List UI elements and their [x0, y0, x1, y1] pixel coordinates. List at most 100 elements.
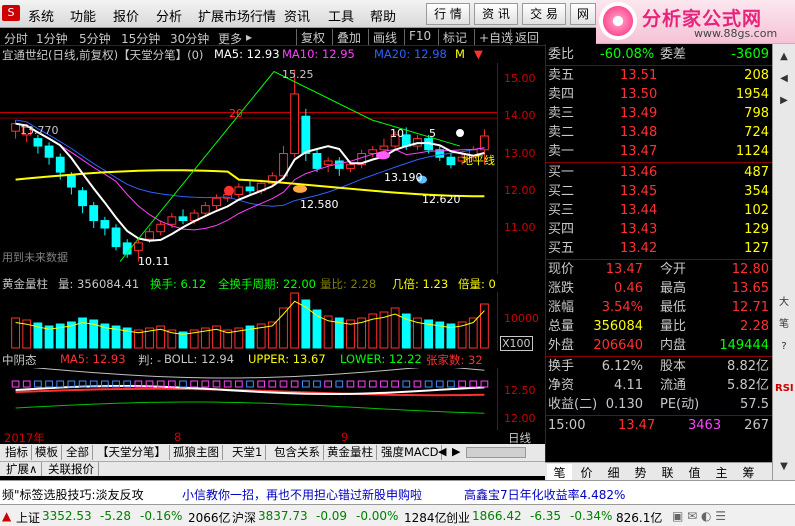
cy-label[interactable]: 创业 — [446, 509, 470, 526]
sell-level-label: 卖二 — [548, 125, 575, 140]
buy-level-label: 买三 — [548, 203, 575, 218]
stat-row: 总量 356084 量比 2.28 — [546, 318, 773, 336]
kline-chart[interactable] — [0, 63, 497, 274]
down-arrow-icon[interactable]: ▼ — [775, 458, 793, 476]
boll-box — [346, 380, 355, 388]
sz-pct: -0.00% — [356, 509, 399, 523]
tab-indicator[interactable]: 指标 — [2, 445, 32, 460]
tab-all[interactable]: 全部 — [63, 445, 93, 460]
menu-analysis[interactable]: 分析 — [156, 6, 182, 25]
stat-label-2: 最高 — [660, 281, 687, 296]
period-15min[interactable]: 15分钟 — [121, 30, 160, 47]
tab-jia[interactable]: 价 — [574, 464, 599, 481]
boll-lower-line — [15, 401, 485, 414]
period-more[interactable]: 更多 — [218, 30, 242, 47]
news-button[interactable]: 资 讯 — [474, 3, 518, 25]
tab-baohan[interactable]: 包含关系 — [271, 445, 324, 460]
status-icons[interactable]: ▣ ✉ ◐ ☰ — [672, 509, 726, 523]
main-kline-panel[interactable]: 15.00 14.00 13.00 12.00 11.00 15.25 10.1… — [0, 63, 545, 274]
f10-button[interactable]: F10 — [404, 29, 431, 45]
buy-price: 13.43 — [620, 222, 658, 237]
tick-icon[interactable]: 笔 — [775, 316, 793, 334]
web-button[interactable]: 网 — [570, 3, 596, 25]
candle-body — [178, 216, 188, 222]
menu-help[interactable]: 帮助 — [370, 6, 396, 25]
tab-zhi[interactable]: 值 — [682, 464, 707, 481]
quote-panel: 委比 -60.08% 委差 -3609 卖五 13.51 208 卖四 13.50 1954 卖三 1… — [545, 44, 773, 462]
rsi-icon[interactable]: RSI — [775, 380, 794, 398]
tab-lian[interactable]: 联 — [655, 464, 680, 481]
stat-value-2: 12.71 — [731, 300, 769, 315]
ticker-item-2[interactable]: 小信教你一招，再也不用担心错过新股申购啦 — [182, 486, 422, 503]
app-logo[interactable]: S — [2, 5, 20, 21]
boll-box — [313, 380, 321, 388]
stat2-label: 换手 — [548, 359, 575, 374]
tick-count: 267 — [744, 418, 769, 433]
ticker-item-3[interactable]: 高鑫宝7日年化收益率4.482% — [464, 486, 625, 503]
tab-related-quote[interactable]: 关联报价 — [44, 462, 99, 476]
stat-label-2: 今开 — [660, 262, 687, 277]
cy-pct: -0.34% — [570, 509, 613, 523]
boll-box — [391, 380, 399, 388]
flag-label: M — [455, 47, 465, 61]
draw-line-button[interactable]: 画线 — [368, 29, 397, 45]
boll-box — [268, 380, 277, 388]
tab-scrollbar[interactable] — [466, 447, 526, 458]
tab-xi[interactable]: 细 — [601, 464, 626, 481]
tab-gulang[interactable]: 孤狼主图 — [170, 445, 223, 460]
all-turnover-value: 全换手周期: 22.00 — [218, 277, 316, 291]
big-order-icon[interactable]: 大 — [775, 294, 793, 312]
period-1min[interactable]: 1分钟 — [36, 30, 68, 47]
period-5min[interactable]: 5分钟 — [79, 30, 111, 47]
stat-label-2: 内盘 — [660, 338, 687, 353]
left-arrow-icon[interactable]: ◀ — [775, 70, 793, 88]
add-watchlist-button[interactable]: +自选 — [474, 29, 513, 45]
menu-extended-market[interactable]: 扩展市场行情 — [198, 6, 276, 25]
vol-ratio-value: 量比: 2.28 — [320, 277, 377, 291]
sz-value: 3837.73 — [258, 509, 308, 523]
menu-tools[interactable]: 工具 — [328, 6, 354, 25]
tab-huangjin[interactable]: 黄金量柱 — [324, 445, 377, 460]
sh-label[interactable]: 上证 — [16, 509, 40, 526]
tab-shi[interactable]: 势 — [628, 464, 653, 481]
scroll-right-icon[interactable]: ▶ — [452, 445, 460, 458]
menu-system[interactable]: 系统 — [28, 6, 54, 25]
volume-chart[interactable] — [0, 292, 497, 350]
tab-zhu[interactable]: 主 — [709, 464, 734, 481]
scroll-left-icon[interactable]: ◀ — [438, 445, 446, 458]
menu-function[interactable]: 功能 — [70, 6, 96, 25]
tab-template[interactable]: 模板 — [32, 445, 62, 460]
menu-news[interactable]: 资讯 — [284, 6, 310, 25]
period-30min[interactable]: 30分钟 — [170, 30, 209, 47]
stat-label: 外盘 — [548, 338, 575, 353]
tab-bi[interactable]: 笔 — [547, 464, 572, 481]
tab-tiantang-fenbi[interactable]: 【天堂分笔】 — [94, 445, 170, 460]
tab-extend[interactable]: 扩展∧ — [2, 462, 43, 476]
trade-button[interactable]: 交 易 — [522, 3, 566, 25]
help-icon[interactable]: ? — [775, 338, 793, 356]
sell-volume: 798 — [744, 106, 769, 121]
mark-button[interactable]: 标记 — [438, 29, 467, 45]
more-arrow-icon[interactable]: ▸ — [246, 30, 252, 44]
period-intraday[interactable]: 分时 — [4, 30, 28, 47]
tab-chou[interactable]: 筹 — [736, 464, 761, 481]
tab-tiantang1[interactable]: 天堂1 — [229, 445, 267, 460]
back-button[interactable]: 返回 — [510, 29, 539, 45]
divider — [546, 356, 773, 357]
ticker-item-1[interactable]: 频"标签选股技巧:淡友反攻 — [2, 486, 144, 503]
up-arrow-icon[interactable]: ▲ — [775, 48, 793, 66]
candle-body — [167, 216, 177, 225]
stat-value: 0.46 — [614, 281, 643, 296]
quote-button[interactable]: 行 情 — [426, 3, 470, 25]
menu-quote[interactable]: 报价 — [113, 6, 139, 25]
candle-body — [78, 190, 87, 207]
right-arrow-icon[interactable]: ▶ — [775, 92, 793, 110]
boll-panel[interactable]: 12.50 12.00 — [0, 368, 545, 430]
tab-qiangdu-macd[interactable]: 强度MACD — [378, 445, 443, 460]
overlay-button[interactable]: 叠加 — [332, 29, 361, 45]
volume-panel[interactable]: 10000 X100 — [0, 292, 545, 351]
adjust-button[interactable]: 复权 — [296, 29, 325, 45]
sz-label[interactable]: 沪深 — [232, 509, 256, 526]
boll-chart[interactable] — [0, 368, 497, 430]
level-label: 地平线 — [462, 154, 495, 167]
